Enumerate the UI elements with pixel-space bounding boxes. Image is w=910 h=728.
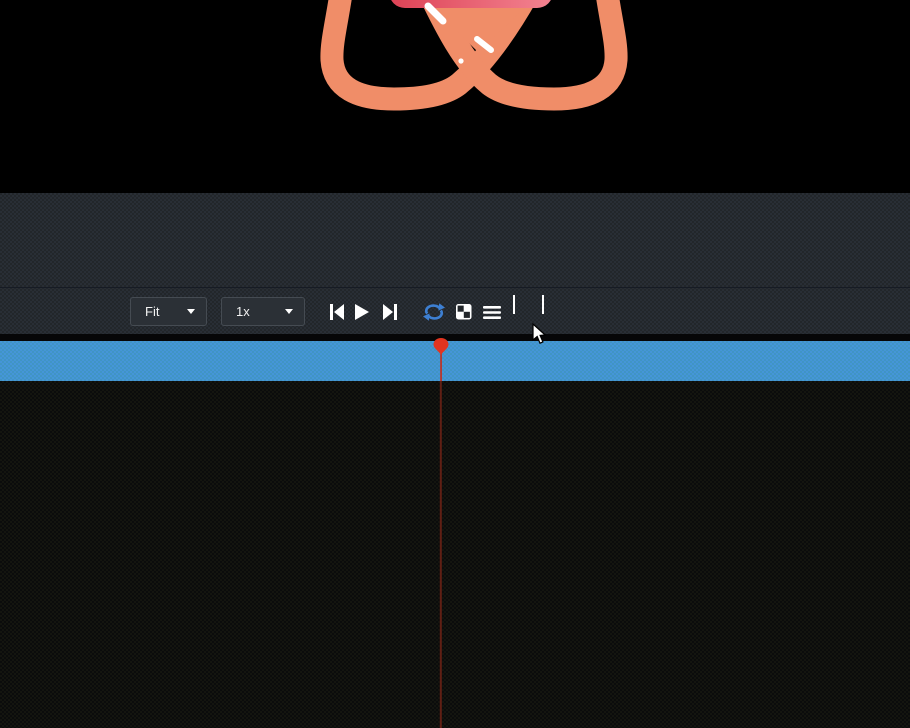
skip-to-start-button[interactable] bbox=[330, 304, 344, 320]
logo-highlight bbox=[458, 58, 463, 63]
skip-to-end-icon bbox=[383, 304, 397, 320]
speed-select[interactable]: 1x bbox=[221, 297, 305, 326]
left-bracket-icon bbox=[513, 295, 515, 314]
loop-icon bbox=[423, 303, 445, 321]
background-toggle-button[interactable] bbox=[456, 304, 472, 320]
menu-button[interactable] bbox=[483, 306, 501, 319]
play-icon bbox=[355, 304, 369, 320]
playhead-pin-icon bbox=[432, 338, 450, 381]
play-button[interactable] bbox=[355, 304, 369, 320]
animation-viewport bbox=[0, 0, 910, 193]
skip-to-end-button[interactable] bbox=[383, 304, 397, 320]
playhead[interactable] bbox=[432, 338, 450, 381]
checkerboard-icon bbox=[456, 304, 472, 320]
timeline-area bbox=[0, 381, 910, 728]
skip-to-start-icon bbox=[330, 304, 344, 320]
zoom-select[interactable]: Fit bbox=[130, 297, 207, 326]
player-toolbar: Fit 1x bbox=[0, 288, 910, 334]
speed-select-value: 1x bbox=[236, 298, 250, 325]
seekbar[interactable] bbox=[0, 341, 910, 381]
chevron-down-icon bbox=[285, 309, 293, 314]
right-bracket-icon bbox=[542, 295, 544, 314]
loop-button[interactable] bbox=[423, 303, 445, 321]
zoom-select-value: Fit bbox=[145, 298, 159, 325]
seekbar-gap bbox=[0, 334, 910, 341]
pretzel-logo bbox=[0, 0, 910, 193]
controls-panel: Fit 1x bbox=[0, 193, 910, 334]
chevron-down-icon bbox=[187, 309, 195, 314]
menu-icon bbox=[483, 306, 501, 319]
playhead-line bbox=[440, 381, 442, 728]
player-window: Fit 1x bbox=[0, 0, 910, 728]
